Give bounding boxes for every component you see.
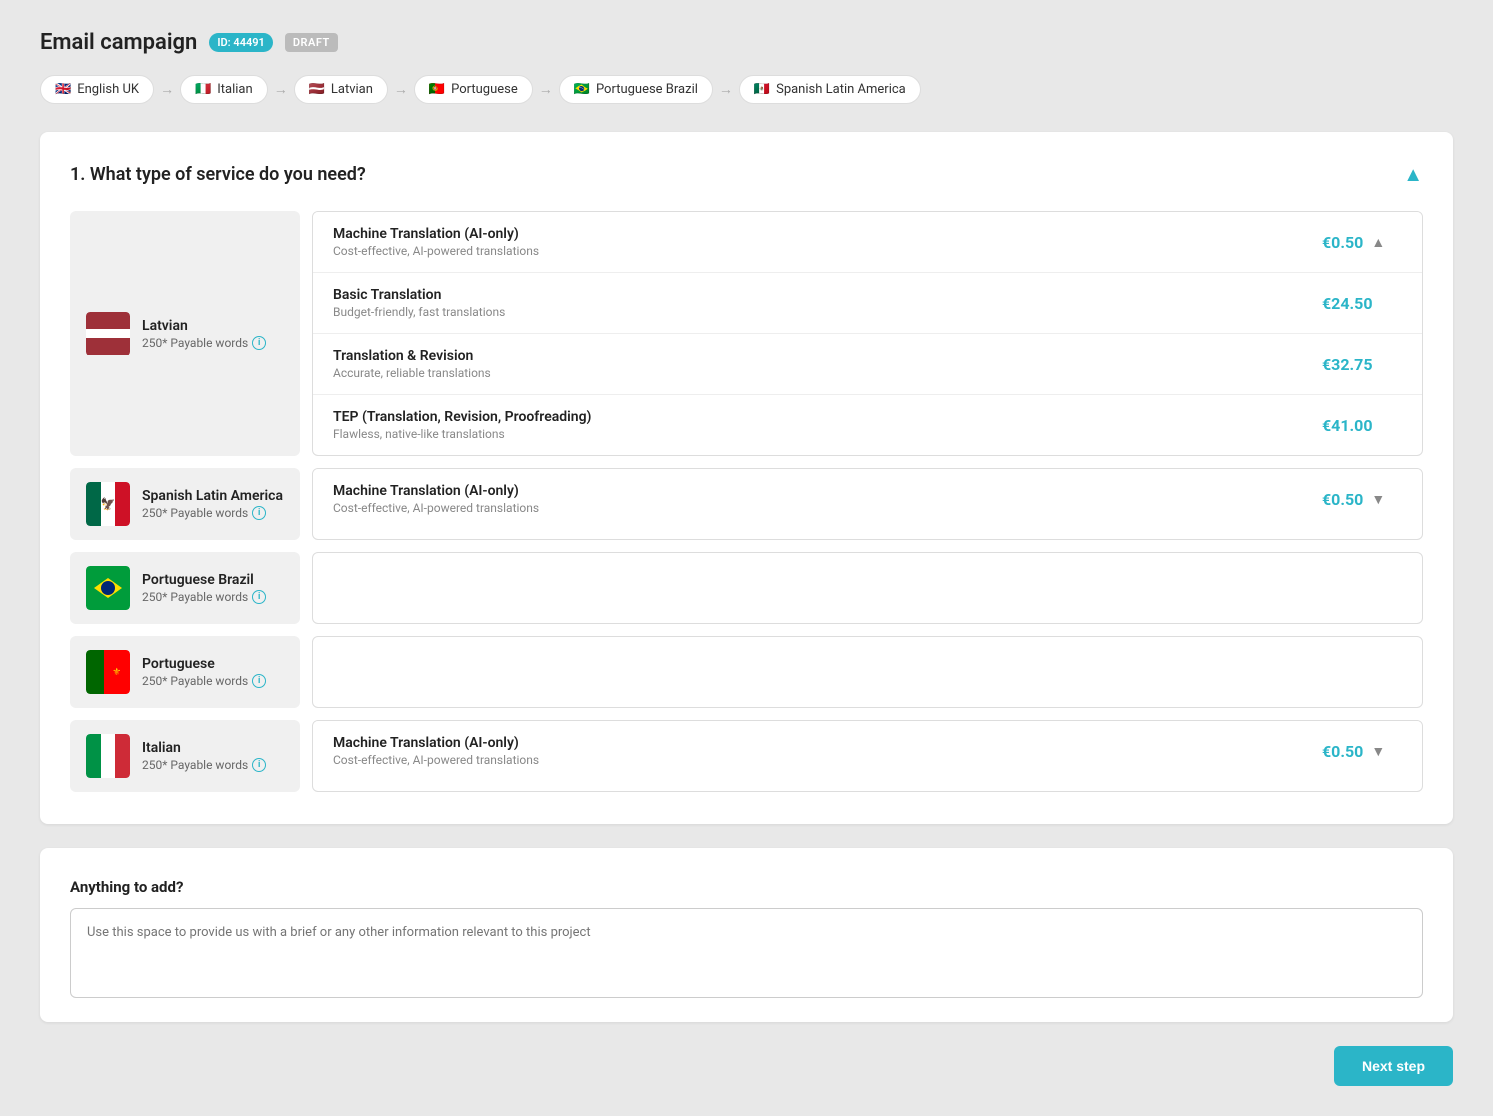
service-price-latvian-2: €32.75 <box>1322 355 1402 374</box>
service-panel-portuguese <box>312 636 1423 708</box>
service-panel-spanish-latin: Machine Translation (AI-only) Cost-effec… <box>312 468 1423 540</box>
flag-portugal: ⚜ <box>86 650 130 694</box>
lang-tab-label: Latvian <box>331 82 373 97</box>
lang-details-latvian: Latvian 250* Payable words i <box>142 318 266 350</box>
lang-words-spanish-latin: 250* Payable words i <box>142 506 283 520</box>
lang-row-latvian: Latvian 250* Payable words i Machine Tra… <box>70 211 1423 456</box>
additional-info-textarea[interactable] <box>70 908 1423 998</box>
lang-details-portuguese-brazil: Portuguese Brazil 250* Payable words i <box>142 572 266 604</box>
lang-name-italian: Italian <box>142 740 266 756</box>
flag-brazil <box>86 566 130 610</box>
lang-tab-label: Italian <box>217 82 252 97</box>
flag-icon-lv: 🇱🇻 <box>309 82 325 97</box>
lang-tab-es-la[interactable]: 🇲🇽 Spanish Latin America <box>739 75 921 104</box>
lang-name-spanish-latin: Spanish Latin America <box>142 488 283 504</box>
service-info-latvian-2: Translation & Revision Accurate, reliabl… <box>333 348 491 380</box>
lang-tab-en-uk[interactable]: 🇬🇧 English UK <box>40 75 154 104</box>
info-icon-italian[interactable]: i <box>252 758 266 772</box>
draft-badge: DRAFT <box>285 33 338 52</box>
flag-mexico: 🦅 <box>86 482 130 526</box>
lang-info-portuguese: ⚜ Portuguese 250* Payable words i <box>70 636 300 708</box>
lang-words-portuguese-brazil: 250* Payable words i <box>142 590 266 604</box>
lang-row-italian: Italian 250* Payable words i Machine Tra… <box>70 720 1423 792</box>
chevron-down-icon: ▼ <box>1371 491 1385 508</box>
service-option-italian-0[interactable]: Machine Translation (AI-only) Cost-effec… <box>313 721 1422 781</box>
service-option-latvian-0[interactable]: Machine Translation (AI-only) Cost-effec… <box>313 212 1422 273</box>
lang-tab-label: Spanish Latin America <box>776 82 906 97</box>
service-info-italian-0: Machine Translation (AI-only) Cost-effec… <box>333 735 539 767</box>
collapse-icon[interactable]: ▲ <box>1403 162 1423 187</box>
next-step-button[interactable]: Next step <box>1334 1046 1453 1086</box>
lang-details-italian: Italian 250* Payable words i <box>142 740 266 772</box>
lang-row-portuguese: ⚜ Portuguese 250* Payable words i <box>70 636 1423 708</box>
service-price-spanish-latin-0: €0.50 ▼ <box>1322 490 1402 509</box>
service-option-latvian-3[interactable]: TEP (Translation, Revision, Proofreading… <box>313 395 1422 455</box>
service-price-latvian-3: €41.00 <box>1322 416 1402 435</box>
tab-separator: → <box>719 81 733 98</box>
tab-separator: → <box>160 81 174 98</box>
service-option-spanish-latin-0[interactable]: Machine Translation (AI-only) Cost-effec… <box>313 469 1422 529</box>
service-info-latvian-3: TEP (Translation, Revision, Proofreading… <box>333 409 591 441</box>
lang-tab-label: Portuguese <box>451 82 518 97</box>
language-rows: Latvian 250* Payable words i Machine Tra… <box>70 211 1423 792</box>
add-section-title: Anything to add? <box>70 878 1423 896</box>
flag-icon-pt-br: 🇧🇷 <box>574 82 590 97</box>
lang-words-portuguese: 250* Payable words i <box>142 674 266 688</box>
service-info-latvian-1: Basic Translation Budget-friendly, fast … <box>333 287 505 319</box>
page-title: Email campaign <box>40 30 197 55</box>
lang-tab-pt-br[interactable]: 🇧🇷 Portuguese Brazil <box>559 75 713 104</box>
service-panel-italian: Machine Translation (AI-only) Cost-effec… <box>312 720 1423 792</box>
lang-info-spanish-latin: 🦅 Spanish Latin America 250* Payable wor… <box>70 468 300 540</box>
flag-icon-pt: 🇵🇹 <box>429 82 445 97</box>
tab-separator: → <box>539 81 553 98</box>
lang-row-spanish-latin: 🦅 Spanish Latin America 250* Payable wor… <box>70 468 1423 540</box>
info-icon-latvian[interactable]: i <box>252 336 266 350</box>
lang-info-latvian: Latvian 250* Payable words i <box>70 211 300 456</box>
lang-tab-pt[interactable]: 🇵🇹 Portuguese <box>414 75 533 104</box>
lang-words-italian: 250* Payable words i <box>142 758 266 772</box>
lang-name-latvian: Latvian <box>142 318 266 334</box>
lang-tab-label: English UK <box>77 82 139 97</box>
language-tabs: 🇬🇧 English UK → 🇮🇹 Italian → 🇱🇻 Latvian → 🇵🇹 Portu… <box>40 75 1453 104</box>
info-icon-spanish-latin[interactable]: i <box>252 506 266 520</box>
info-icon-portuguese[interactable]: i <box>252 674 266 688</box>
tab-separator: → <box>274 81 288 98</box>
lang-words-latvian: 250* Payable words i <box>142 336 266 350</box>
lang-name-portuguese-brazil: Portuguese Brazil <box>142 572 266 588</box>
section-header: 1. What type of service do you need? ▲ <box>70 162 1423 187</box>
lang-tab-it[interactable]: 🇮🇹 Italian <box>180 75 268 104</box>
info-icon-portuguese-brazil[interactable]: i <box>252 590 266 604</box>
service-option-latvian-1[interactable]: Basic Translation Budget-friendly, fast … <box>313 273 1422 334</box>
service-section: 1. What type of service do you need? ▲ L… <box>40 132 1453 824</box>
anything-to-add-section: Anything to add? <box>40 848 1453 1022</box>
flag-italy <box>86 734 130 778</box>
chevron-down-icon: ▼ <box>1371 743 1385 760</box>
page-header: Email campaign ID: 44491 DRAFT <box>40 30 1453 55</box>
flag-icon-es-la: 🇲🇽 <box>754 82 770 97</box>
lang-tab-label: Portuguese Brazil <box>596 82 698 97</box>
service-info-latvian-0: Machine Translation (AI-only) Cost-effec… <box>333 226 539 258</box>
lang-details-portuguese: Portuguese 250* Payable words i <box>142 656 266 688</box>
service-price-italian-0: €0.50 ▼ <box>1322 742 1402 761</box>
service-price-latvian-1: €24.50 <box>1322 294 1402 313</box>
lang-tab-lv[interactable]: 🇱🇻 Latvian <box>294 75 388 104</box>
service-panel-portuguese-brazil <box>312 552 1423 624</box>
lang-details-spanish-latin: Spanish Latin America 250* Payable words… <box>142 488 283 520</box>
lang-row-portuguese-brazil: Portuguese Brazil 250* Payable words i <box>70 552 1423 624</box>
lang-info-italian: Italian 250* Payable words i <box>70 720 300 792</box>
tab-separator: → <box>394 81 408 98</box>
flag-icon-en-uk: 🇬🇧 <box>55 82 71 97</box>
chevron-icon: ▲ <box>1371 234 1385 251</box>
flag-latvia <box>86 312 130 356</box>
page-footer: Next step <box>40 1046 1453 1086</box>
service-price-latvian-0: €0.50 ▲ <box>1322 233 1402 252</box>
section-title: 1. What type of service do you need? <box>70 164 366 185</box>
lang-name-portuguese: Portuguese <box>142 656 266 672</box>
service-info-spanish-latin-0: Machine Translation (AI-only) Cost-effec… <box>333 483 539 515</box>
flag-icon-it: 🇮🇹 <box>195 82 211 97</box>
lang-info-portuguese-brazil: Portuguese Brazil 250* Payable words i <box>70 552 300 624</box>
id-badge: ID: 44491 <box>209 33 272 52</box>
service-option-latvian-2[interactable]: Translation & Revision Accurate, reliabl… <box>313 334 1422 395</box>
service-panel-latvian: Machine Translation (AI-only) Cost-effec… <box>312 211 1423 456</box>
